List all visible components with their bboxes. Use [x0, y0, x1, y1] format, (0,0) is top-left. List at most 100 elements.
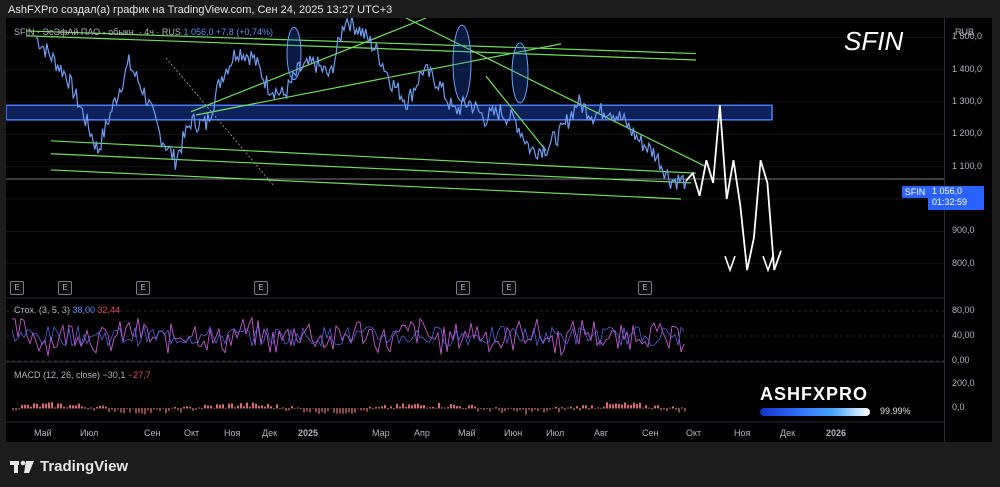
- earnings-marker-icon[interactable]: E: [254, 281, 268, 295]
- macd-bar: [357, 408, 359, 409]
- macd-bar: [216, 404, 218, 409]
- macd-bar: [345, 408, 347, 414]
- macd-bar: [222, 404, 224, 409]
- macd-bar: [669, 407, 671, 409]
- macd-bar: [279, 408, 281, 410]
- trend-line: [25, 35, 697, 61]
- macd-bar: [54, 407, 56, 409]
- macd-bar: [168, 408, 170, 411]
- macd-bar: [504, 408, 506, 412]
- time-tick-label: Май: [458, 428, 476, 438]
- macd-bar: [186, 406, 188, 409]
- macd-bar: [204, 404, 206, 409]
- macd-bar: [177, 408, 179, 411]
- macd-bar: [309, 408, 311, 413]
- macd-bar: [126, 408, 128, 409]
- macd-bar: [531, 408, 533, 412]
- macd-bar: [630, 404, 632, 409]
- macd-bar: [381, 406, 383, 409]
- footer-bar: TradingView: [0, 448, 1000, 487]
- price-tick-label: 1 100,0: [952, 160, 983, 171]
- current-price-tag: SFIN 1 056,0 01:32:59: [902, 186, 984, 210]
- stochastic-line: [12, 315, 685, 356]
- macd-bar: [465, 408, 467, 410]
- time-tick-label: 2026: [826, 428, 847, 438]
- earnings-marker-icon[interactable]: E: [58, 281, 72, 295]
- legend-name: ЭсЭфАй ПАО - обыкн.: [42, 27, 137, 37]
- macd-bar: [105, 406, 107, 409]
- macd-bar: [396, 403, 398, 409]
- price-tick-label: 1 500,0: [952, 31, 983, 42]
- macd-histogram: [12, 402, 686, 415]
- macd-legend[interactable]: MACD (12, 26, close) −30,1 −27,7: [14, 370, 151, 380]
- macd-bar: [522, 408, 524, 410]
- time-tick-label: Мар: [372, 428, 390, 438]
- macd-hist: −30,1: [102, 370, 126, 380]
- time-tick-label: Дек: [780, 428, 796, 438]
- support-zone: [6, 104, 773, 121]
- macd-bar: [543, 408, 545, 413]
- macd-bar: [336, 408, 338, 414]
- macd-bar: [525, 408, 527, 415]
- macd-bar: [570, 406, 572, 409]
- forecast-arrow-head: [762, 255, 774, 273]
- macd-bar: [27, 404, 29, 409]
- macd-bar: [675, 408, 677, 410]
- macd-bar: [579, 408, 581, 411]
- time-tick-label: Ноя: [734, 428, 751, 438]
- macd-bar: [432, 406, 434, 409]
- price-tag-price: 1 056,0: [932, 186, 963, 196]
- macd-bar: [378, 407, 380, 409]
- macd-bar: [111, 408, 113, 410]
- earnings-marker-icon[interactable]: E: [502, 281, 516, 295]
- legend-last: 1 056,0: [183, 27, 214, 37]
- earnings-marker-icon[interactable]: E: [456, 281, 470, 295]
- macd-bar: [492, 408, 494, 409]
- macd-bar: [471, 404, 473, 409]
- macd-bar: [93, 408, 95, 411]
- macd-bar: [198, 407, 200, 409]
- macd-bar: [261, 405, 263, 409]
- macd-bar: [552, 408, 554, 409]
- macd-bar: [243, 406, 245, 409]
- macd-bar: [597, 407, 599, 409]
- macd-bar: [312, 408, 314, 409]
- tradingview-logo[interactable]: TradingView: [10, 458, 128, 475]
- stoch-legend[interactable]: Стох. (3, 5, 3) 38,00 32,44: [14, 305, 120, 315]
- macd-bar: [21, 404, 23, 409]
- macd-bar: [300, 408, 302, 410]
- main-legend[interactable]: SFIN · ЭсЭфАй ПАО - обыкн. · 4ч · RUS 1 …: [14, 27, 273, 37]
- macd-bar: [60, 403, 62, 409]
- earnings-marker-icon[interactable]: E: [136, 281, 150, 295]
- macd-bar: [165, 408, 167, 414]
- macd-bar: [375, 407, 377, 409]
- big-symbol-label: SFIN: [844, 26, 904, 56]
- macd-bar: [603, 406, 605, 409]
- macd-bar: [426, 407, 428, 409]
- forecast-arrow-head: [724, 255, 736, 273]
- macd-bar: [663, 408, 665, 410]
- macd-bar: [63, 406, 65, 409]
- macd-bar: [594, 408, 596, 409]
- macd-bar: [180, 408, 182, 413]
- macd-bar: [507, 408, 509, 410]
- highlight-ellipse: [511, 42, 529, 104]
- macd-bar: [606, 402, 608, 409]
- macd-bar: [228, 403, 230, 409]
- chart-area[interactable]: SFIN · ЭсЭфАй ПАО - обыкн. · 4ч · RUS 1 …: [6, 18, 992, 442]
- time-tick-label: Июл: [80, 428, 99, 438]
- price-tick-label: 1 300,0: [952, 96, 983, 107]
- macd-bar: [285, 408, 287, 412]
- earnings-marker-icon[interactable]: E: [10, 281, 24, 295]
- macd-bar: [474, 406, 476, 409]
- macd-bar: [612, 404, 614, 409]
- earnings-marker-icon[interactable]: E: [638, 281, 652, 295]
- macd-bar: [342, 408, 344, 414]
- chart-svg[interactable]: [6, 18, 992, 442]
- macd-bar: [87, 408, 89, 410]
- time-tick-label: Окт: [686, 428, 702, 438]
- macd-bar: [534, 408, 536, 410]
- macd-bar: [171, 407, 173, 409]
- macd-bar: [453, 404, 455, 409]
- macd-bar: [348, 408, 350, 413]
